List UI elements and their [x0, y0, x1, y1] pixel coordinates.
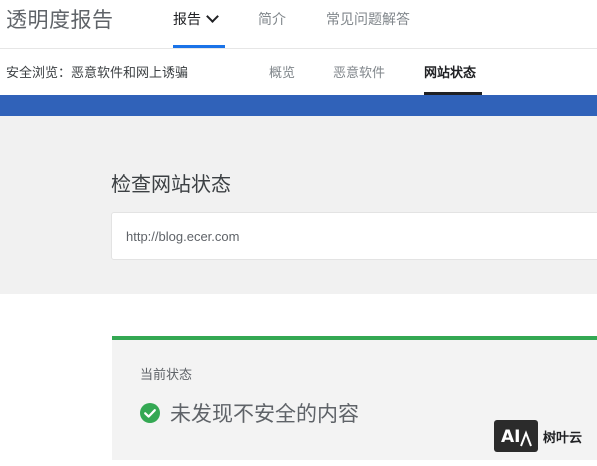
check-circle-icon [140, 403, 160, 423]
watermark-logo-icon: AI [494, 420, 538, 452]
sub-header: 安全浏览：恶意软件和网上诱骗 概览 恶意软件 网站状态 [0, 49, 597, 95]
nav-reports[interactable]: 报告 [173, 9, 219, 29]
search-section: 检查网站状态 [0, 116, 597, 294]
url-search-box[interactable] [111, 212, 597, 260]
nav-active-indicator [173, 45, 225, 48]
top-header: 透明度报告 报告 简介 常见问题解答 [0, 0, 597, 49]
svg-text:AI: AI [501, 427, 520, 447]
current-status-label: 当前状态 [140, 368, 193, 383]
chevron-down-icon [206, 10, 219, 23]
status-text: 未发现不安全的内容 [170, 402, 359, 426]
tab-overview[interactable]: 概览 [269, 62, 295, 81]
nav-reports-label: 报告 [173, 12, 201, 28]
watermark-text: 树叶云 [543, 430, 583, 446]
search-heading: 检查网站状态 [111, 172, 231, 196]
nav-about[interactable]: 简介 [258, 9, 286, 29]
nav-faq[interactable]: 常见问题解答 [326, 9, 410, 29]
status-row: 未发现不安全的内容 [140, 398, 359, 428]
watermark: AI 树叶云 [493, 419, 582, 453]
tab-malware[interactable]: 恶意软件 [333, 62, 385, 81]
accent-band [0, 95, 597, 116]
app-title[interactable]: 透明度报告 [6, 4, 114, 34]
tab-site-status[interactable]: 网站状态 [424, 62, 476, 81]
section-title: 安全浏览：恶意软件和网上诱骗 [6, 66, 189, 81]
url-input[interactable] [126, 213, 586, 259]
